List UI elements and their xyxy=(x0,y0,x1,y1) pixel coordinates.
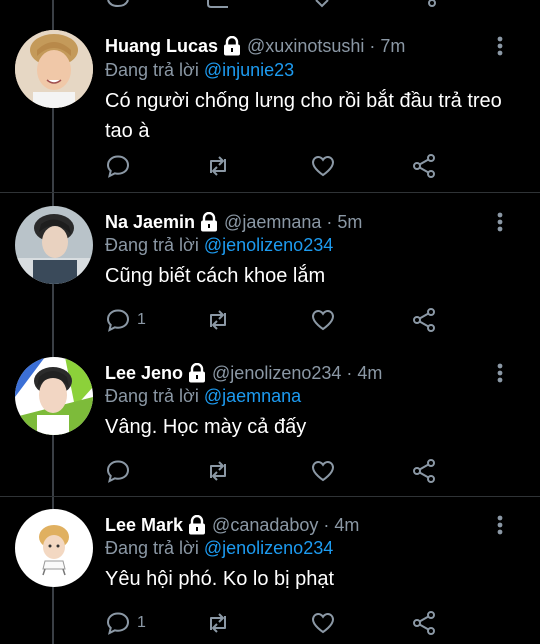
share-button[interactable] xyxy=(411,457,437,485)
avatar[interactable] xyxy=(15,206,93,284)
like-icon xyxy=(311,460,335,482)
handle[interactable]: @xuxinotsushi xyxy=(247,36,364,57)
more-icon[interactable] xyxy=(490,513,510,537)
more-icon[interactable] xyxy=(490,34,510,58)
display-name[interactable]: Huang Lucas xyxy=(105,36,218,57)
reply-icon xyxy=(106,155,130,178)
tweet-lee-jeno[interactable]: Lee Jeno @jenolizeno234 · 4m Đang trả lờ… xyxy=(0,345,540,497)
reply-count: 1 xyxy=(137,614,146,631)
tweet-text: Có người chống lưng cho rồi bắt đầu trả … xyxy=(105,90,502,142)
tweet-actions: 1 xyxy=(105,609,445,637)
reply-context: Đang trả lời @jaemnana xyxy=(105,386,301,407)
lock-icon xyxy=(188,514,206,535)
share-icon xyxy=(413,459,435,483)
reply-button[interactable]: 1 xyxy=(105,609,146,637)
like-button[interactable] xyxy=(310,152,336,180)
tweet-header: Huang Lucas @xuxinotsushi · 7m xyxy=(105,34,405,58)
reply-context: Đang trả lời @injunie23 xyxy=(105,60,294,81)
tweet-actions: 1 xyxy=(105,306,445,334)
separator-dot: · xyxy=(323,514,330,535)
timestamp[interactable]: 7m xyxy=(380,36,405,57)
timestamp[interactable]: 5m xyxy=(337,212,362,233)
like-button[interactable] xyxy=(310,609,336,637)
lock-icon xyxy=(200,211,218,232)
display-name[interactable]: Lee Mark xyxy=(105,515,183,536)
share-icon xyxy=(413,611,435,635)
retweet-button[interactable] xyxy=(205,152,231,180)
share-icon xyxy=(413,154,435,178)
reply-context: Đang trả lời @jenolizeno234 xyxy=(105,235,333,256)
handle[interactable]: @jaemnana xyxy=(224,212,321,233)
reply-context: Đang trả lời @jenolizeno234 xyxy=(105,538,333,559)
retweet-icon xyxy=(210,310,226,330)
previous-tweet-actions xyxy=(0,0,540,14)
tweet-text: Yêu hội phó. Ko lo bị phạt xyxy=(105,568,335,590)
tweet-header: Na Jaemin @jaemnana · 5m xyxy=(105,210,362,234)
more-icon[interactable] xyxy=(490,361,510,385)
like-button[interactable] xyxy=(310,457,336,485)
reply-icon xyxy=(106,309,130,332)
tweet-text: Vâng. Học mày cả đấy xyxy=(105,416,307,438)
separator-dot: · xyxy=(326,211,333,232)
reply-count: 1 xyxy=(137,311,146,328)
reply-to-link[interactable]: @jaemnana xyxy=(204,386,301,406)
avatar[interactable] xyxy=(15,509,93,587)
more-icon[interactable] xyxy=(490,210,510,234)
share-button[interactable] xyxy=(411,609,437,637)
like-button[interactable] xyxy=(310,306,336,334)
reply-button[interactable] xyxy=(105,457,137,485)
like-icon xyxy=(311,309,335,331)
tweet-lee-mark[interactable]: Lee Mark @canadaboy · 4m Đang trả lời @j… xyxy=(0,497,540,644)
reply-to-link[interactable]: @jenolizeno234 xyxy=(204,235,333,255)
reply-prefix: Đang trả lời xyxy=(105,386,199,406)
tweet-header: Lee Mark @canadaboy · 4m xyxy=(105,513,359,537)
reply-prefix: Đang trả lời xyxy=(105,60,199,80)
retweet-button[interactable] xyxy=(205,306,231,334)
timestamp[interactable]: 4m xyxy=(357,363,382,384)
avatar-image xyxy=(15,30,93,108)
separator-dot: · xyxy=(369,35,376,56)
lock-icon xyxy=(223,35,241,56)
tweet-actions xyxy=(105,457,445,485)
previous-tweet-action-icons xyxy=(107,0,436,8)
tweet-huang-lucas[interactable]: Huang Lucas @xuxinotsushi · 7m Đang trả … xyxy=(0,14,540,193)
reply-icon xyxy=(106,612,130,635)
timestamp[interactable]: 4m xyxy=(334,515,359,536)
share-button[interactable] xyxy=(411,306,437,334)
display-name[interactable]: Na Jaemin xyxy=(105,212,195,233)
reply-to-link[interactable]: @injunie23 xyxy=(204,60,294,80)
display-name[interactable]: Lee Jeno xyxy=(105,363,183,384)
retweet-button[interactable] xyxy=(205,609,231,637)
reply-prefix: Đang trả lời xyxy=(105,538,199,558)
tweet-text: Cũng biết cách khoe lắm xyxy=(105,265,326,287)
avatar-image xyxy=(15,357,93,435)
avatar-image xyxy=(15,509,93,587)
reply-to-link[interactable]: @jenolizeno234 xyxy=(204,538,333,558)
handle[interactable]: @jenolizeno234 xyxy=(212,363,341,384)
avatar[interactable] xyxy=(15,357,93,435)
like-icon xyxy=(311,155,335,177)
retweet-button[interactable] xyxy=(205,457,231,485)
retweet-icon xyxy=(210,613,226,633)
retweet-icon xyxy=(210,461,226,481)
share-icon xyxy=(413,308,435,332)
share-button[interactable] xyxy=(411,152,437,180)
tweet-header: Lee Jeno @jenolizeno234 · 4m xyxy=(105,361,382,385)
like-icon xyxy=(311,612,335,634)
reply-button[interactable] xyxy=(105,152,137,180)
handle[interactable]: @canadaboy xyxy=(212,515,318,536)
tweet-na-jaemin[interactable]: Na Jaemin @jaemnana · 5m Đang trả lời @j… xyxy=(0,193,540,345)
avatar[interactable] xyxy=(15,30,93,108)
retweet-icon xyxy=(210,156,226,176)
separator-dot: · xyxy=(346,362,353,383)
tweet-actions xyxy=(105,152,445,180)
reply-prefix: Đang trả lời xyxy=(105,235,199,255)
reply-button[interactable]: 1 xyxy=(105,306,146,334)
reply-icon xyxy=(106,460,130,483)
avatar-image xyxy=(15,206,93,284)
lock-icon xyxy=(188,362,206,383)
